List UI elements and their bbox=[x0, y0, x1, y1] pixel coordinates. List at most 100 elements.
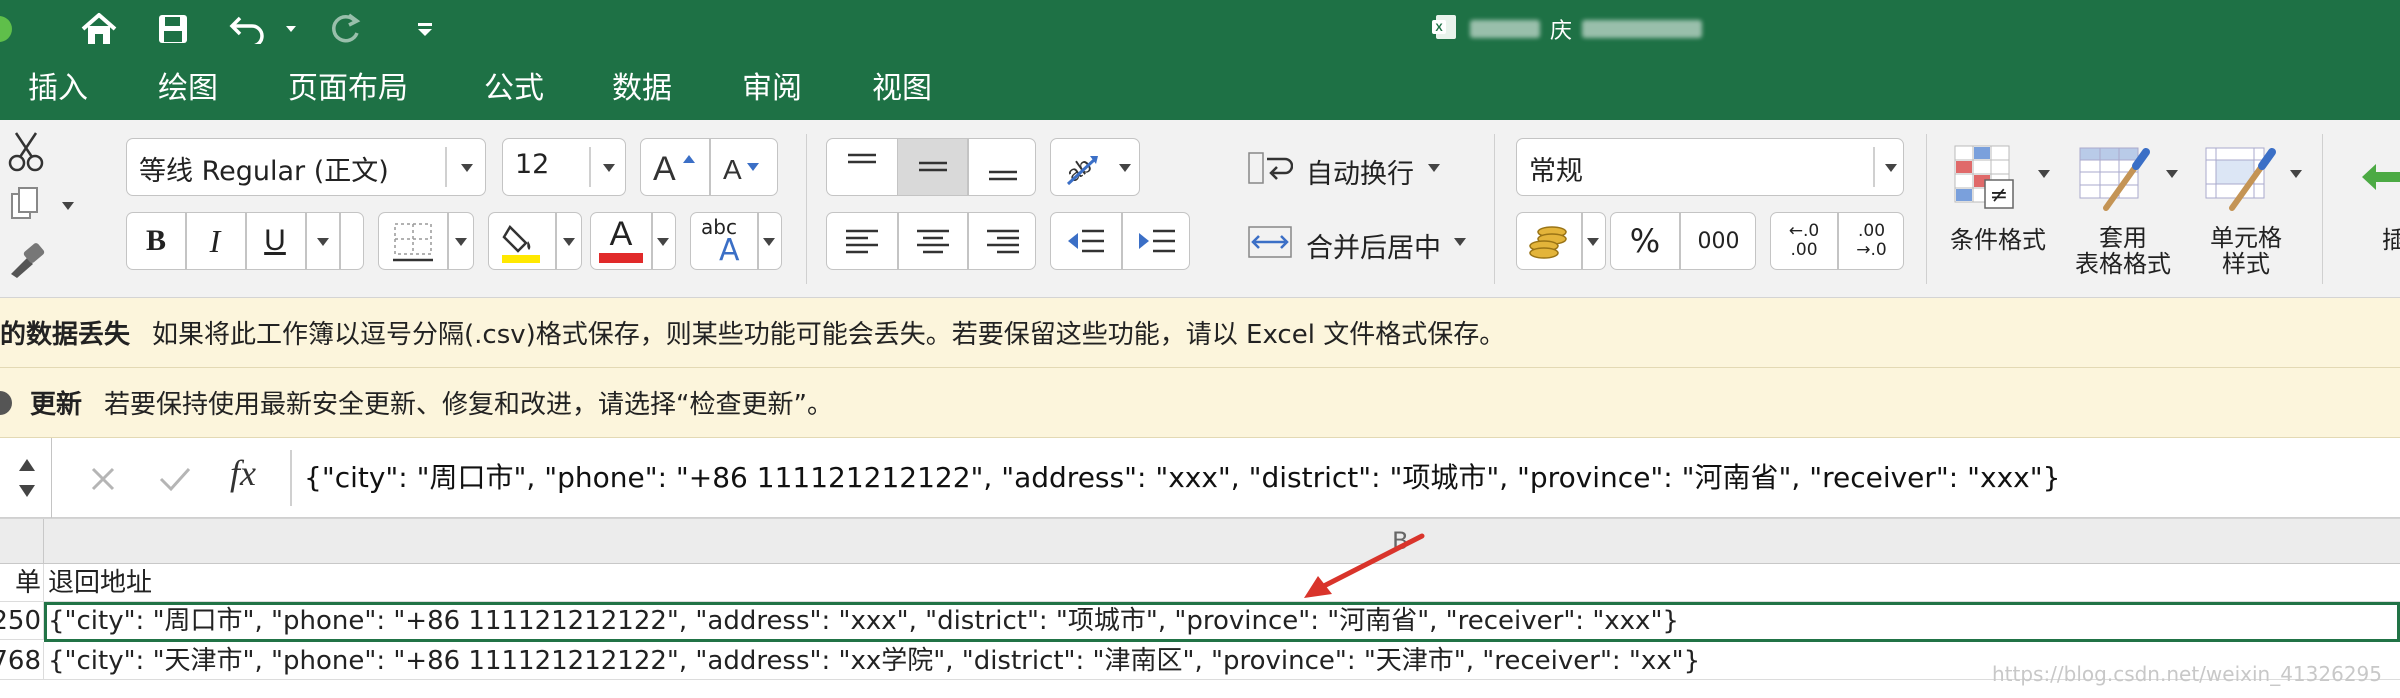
align-center-icon[interactable] bbox=[898, 213, 967, 269]
wrap-text-label[interactable]: 自动换行 bbox=[1306, 152, 1414, 191]
orientation-button[interactable]: ab bbox=[1050, 138, 1140, 196]
insert-cells-label[interactable]: 插 bbox=[2382, 226, 2400, 254]
border-icon bbox=[387, 219, 439, 265]
align-top-icon[interactable] bbox=[827, 139, 897, 195]
decrease-indent-icon[interactable] bbox=[1051, 213, 1121, 269]
tab-view[interactable]: 视图 bbox=[872, 70, 932, 108]
phonetic-dropdown-icon[interactable] bbox=[763, 238, 775, 246]
number-format-dropdown-icon[interactable] bbox=[1885, 164, 1897, 172]
indent-group bbox=[1050, 212, 1190, 270]
font-name-dropdown-icon[interactable] bbox=[461, 164, 473, 172]
wrap-text-icon[interactable] bbox=[1246, 146, 1294, 190]
insert-function-button[interactable]: fx bbox=[230, 452, 256, 494]
cell-a[interactable]: 单 bbox=[0, 564, 44, 601]
fill-bucket-icon bbox=[495, 217, 547, 267]
csv-warning-bar: 的数据丢失 如果将此工作簿以逗号分隔(.csv)格式保存，则某些功能可能会丢失。… bbox=[0, 298, 2400, 368]
cell-style-label-line1[interactable]: 单元格 bbox=[2196, 224, 2296, 252]
table-format-icon[interactable] bbox=[2074, 140, 2154, 214]
underline-dropdown-icon[interactable] bbox=[317, 238, 329, 246]
conditional-format-dropdown-icon[interactable] bbox=[2038, 170, 2050, 178]
number-format-select[interactable]: 常规 bbox=[1516, 138, 1904, 196]
vertical-align-group bbox=[826, 138, 1036, 196]
orientation-dropdown-icon[interactable] bbox=[1119, 164, 1131, 172]
copy-dropdown-icon[interactable] bbox=[62, 202, 74, 210]
save-icon[interactable] bbox=[152, 6, 194, 52]
conditional-format-icon[interactable]: ≠ bbox=[1950, 140, 2020, 214]
cut-icon[interactable] bbox=[4, 130, 48, 174]
redo-icon[interactable] bbox=[324, 6, 366, 52]
document-title-text: 庆 bbox=[1550, 19, 1573, 44]
accounting-dropdown-icon[interactable] bbox=[1587, 238, 1599, 246]
accounting-format-button[interactable] bbox=[1516, 212, 1606, 270]
font-name-select[interactable]: 等线 Regular (正文) bbox=[126, 138, 486, 196]
tab-review[interactable]: 审阅 bbox=[742, 70, 802, 108]
cell-a[interactable]: 250 bbox=[0, 602, 44, 639]
decrease-decimal-button[interactable]: .00 →.0 bbox=[1838, 213, 1905, 269]
fill-color-dropdown-icon[interactable] bbox=[563, 238, 575, 246]
align-bottom-icon[interactable] bbox=[968, 139, 1037, 195]
comma-style-button[interactable]: 000 bbox=[1680, 213, 1757, 269]
csv-warning-title: 的数据丢失 bbox=[0, 320, 131, 350]
cell-style-dropdown-icon[interactable] bbox=[2290, 170, 2302, 178]
undo-icon[interactable] bbox=[226, 6, 270, 52]
undo-dropdown-icon[interactable] bbox=[282, 6, 300, 52]
horizontal-align-group bbox=[826, 212, 1036, 270]
column-header-a[interactable] bbox=[0, 519, 44, 563]
svg-text:A: A bbox=[653, 150, 676, 185]
border-button[interactable] bbox=[378, 212, 474, 270]
confirm-edit-icon[interactable] bbox=[152, 456, 198, 502]
table-format-label-line1[interactable]: 套用 bbox=[2078, 224, 2168, 252]
format-painter-icon[interactable] bbox=[6, 238, 48, 280]
cell-style-label-line2[interactable]: 样式 bbox=[2196, 250, 2296, 278]
table-format-label-line2[interactable]: 表格格式 bbox=[2068, 250, 2178, 278]
merge-center-dropdown-icon[interactable] bbox=[1454, 238, 1466, 246]
font-size-select[interactable]: 12 bbox=[502, 138, 626, 196]
merge-center-label[interactable]: 合并后居中 bbox=[1306, 226, 1441, 265]
font-color-swatch bbox=[599, 253, 643, 263]
formula-input[interactable]: {"city": "周口市", "phone": "+86 1111212121… bbox=[304, 456, 2060, 496]
tab-draw[interactable]: 绘图 bbox=[158, 70, 218, 108]
window-zoom-button[interactable] bbox=[0, 16, 12, 42]
align-left-icon[interactable] bbox=[827, 213, 897, 269]
merge-center-icon[interactable] bbox=[1246, 220, 1294, 264]
tab-insert[interactable]: 插入 bbox=[28, 70, 88, 108]
increase-decimal-button[interactable]: ←.0 .00 bbox=[1771, 213, 1837, 269]
insert-cells-icon[interactable] bbox=[2360, 142, 2400, 212]
bold-button[interactable]: B bbox=[127, 213, 185, 269]
home-icon[interactable] bbox=[76, 6, 122, 52]
cell-a[interactable]: 768 bbox=[0, 642, 44, 679]
fill-color-button[interactable] bbox=[488, 212, 582, 270]
cell-b[interactable]: {"city": "天津市", "phone": "+86 1111212121… bbox=[48, 642, 1700, 680]
name-box[interactable] bbox=[0, 438, 52, 518]
decrease-font-size-icon[interactable]: A bbox=[711, 139, 777, 195]
worksheet-grid: B 单 退回地址 250 {"city": "周口市", "phone": "+… bbox=[0, 518, 2400, 698]
increase-indent-icon[interactable] bbox=[1122, 213, 1191, 269]
font-color-dropdown-icon[interactable] bbox=[657, 238, 669, 246]
cell-style-icon[interactable] bbox=[2200, 140, 2280, 214]
tab-formulas[interactable]: 公式 bbox=[484, 70, 544, 108]
align-middle-icon[interactable] bbox=[898, 139, 967, 195]
cancel-edit-icon[interactable] bbox=[80, 456, 126, 502]
copy-icon[interactable] bbox=[6, 184, 44, 224]
title-bar: X 庆 bbox=[0, 0, 2400, 58]
cell-b[interactable]: {"city": "周口市", "phone": "+86 1111212121… bbox=[48, 602, 1679, 640]
font-size-dropdown-icon[interactable] bbox=[603, 164, 615, 172]
table-row: 250 {"city": "周口市", "phone": "+86 111121… bbox=[0, 602, 2400, 640]
align-right-icon[interactable] bbox=[968, 213, 1037, 269]
border-dropdown-icon[interactable] bbox=[455, 238, 467, 246]
wrap-text-dropdown-icon[interactable] bbox=[1428, 164, 1440, 172]
table-format-dropdown-icon[interactable] bbox=[2166, 170, 2178, 178]
underline-button[interactable]: U bbox=[246, 213, 304, 269]
cell-b[interactable]: 退回地址 bbox=[48, 564, 152, 602]
font-color-button[interactable]: A bbox=[590, 212, 676, 270]
customize-toolbar-icon[interactable] bbox=[410, 6, 440, 52]
italic-button[interactable]: I bbox=[186, 213, 244, 269]
tab-data[interactable]: 数据 bbox=[612, 70, 672, 108]
name-box-stepper-icon[interactable] bbox=[14, 448, 40, 508]
increase-font-size-icon[interactable]: A bbox=[643, 139, 709, 195]
decrease-decimal-bottom: →.0 bbox=[1856, 240, 1887, 260]
tab-page-layout[interactable]: 页面布局 bbox=[288, 70, 408, 108]
phonetic-button[interactable]: abc A bbox=[690, 212, 782, 270]
conditional-format-label[interactable]: 条件格式 bbox=[1950, 226, 2046, 254]
percent-button[interactable]: % bbox=[1611, 213, 1679, 269]
